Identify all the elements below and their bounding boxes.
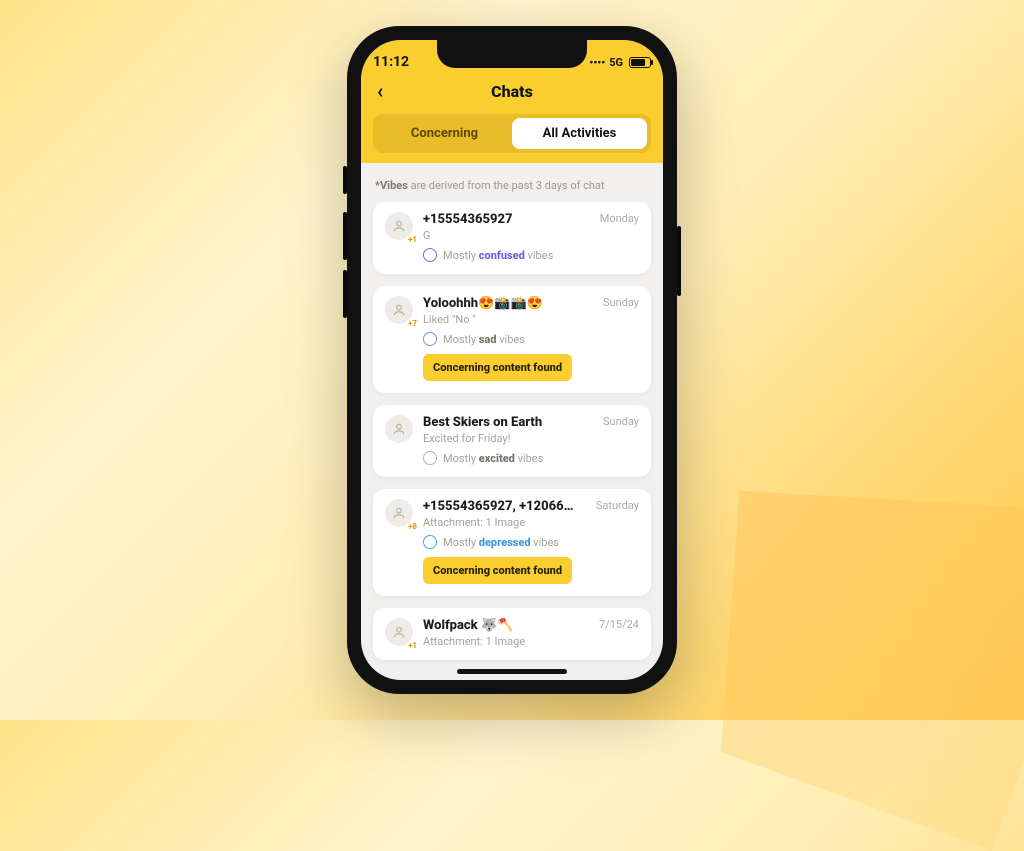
mood-icon bbox=[423, 451, 437, 465]
chat-title: +15554365927, +120662… bbox=[423, 499, 580, 514]
chat-day: Monday bbox=[600, 212, 639, 225]
avatar-badge: +1 bbox=[406, 641, 419, 650]
avatar bbox=[385, 415, 413, 443]
chat-card[interactable]: +8 +15554365927, +120662… Attachment: 1 … bbox=[373, 489, 651, 596]
chat-card[interactable]: +7 Yoloohhh😍📸📸😍 Liked "No " Sunday Mostl… bbox=[373, 286, 651, 393]
chat-subtitle: Excited for Friday! bbox=[423, 432, 587, 445]
vibes-line: Mostly depressed vibes bbox=[423, 535, 639, 549]
avatar: +1 bbox=[385, 618, 413, 646]
mood-icon bbox=[423, 332, 437, 346]
chat-day: Sunday bbox=[603, 415, 639, 428]
avatar: +7 bbox=[385, 296, 413, 324]
chat-list[interactable]: *Vibes are derived from the past 3 days … bbox=[361, 163, 663, 680]
chat-subtitle: Attachment: 1 Image bbox=[423, 516, 580, 529]
chat-card[interactable]: +1 Wolfpack 🐺🪓 Attachment: 1 Image 7/15/… bbox=[373, 608, 651, 660]
status-right: •••• 5G bbox=[589, 56, 651, 69]
avatar-badge: +1 bbox=[406, 235, 419, 244]
mood-icon bbox=[423, 535, 437, 549]
vibes-disclaimer: *Vibes are derived from the past 3 days … bbox=[375, 179, 649, 192]
concerning-badge: Concerning content found bbox=[423, 354, 572, 381]
status-time: 11:12 bbox=[373, 54, 409, 70]
avatar-badge: +8 bbox=[406, 522, 419, 531]
screen: 11:12 •••• 5G ‹ Chats Concerning All Act… bbox=[361, 40, 663, 680]
vibes-line: Mostly excited vibes bbox=[423, 451, 639, 465]
concerning-badge: Concerning content found bbox=[423, 557, 572, 584]
phone-frame: 11:12 •••• 5G ‹ Chats Concerning All Act… bbox=[347, 26, 677, 694]
chat-subtitle: G bbox=[423, 229, 584, 242]
tab-segment: Concerning All Activities bbox=[373, 114, 651, 153]
chat-day: Sunday bbox=[603, 296, 639, 309]
vibes-line: Mostly sad vibes bbox=[423, 332, 639, 346]
tab-concerning[interactable]: Concerning bbox=[377, 118, 512, 149]
avatar-badge: +7 bbox=[406, 319, 419, 328]
page-title: Chats bbox=[491, 82, 533, 101]
network-label: 5G bbox=[609, 56, 623, 69]
avatar: +8 bbox=[385, 499, 413, 527]
chat-title: Yoloohhh😍📸📸😍 bbox=[423, 296, 587, 311]
back-button[interactable]: ‹ bbox=[373, 79, 387, 103]
home-indicator bbox=[457, 669, 567, 674]
notch bbox=[437, 40, 587, 68]
tab-all-activities[interactable]: All Activities bbox=[512, 118, 647, 149]
chat-card[interactable]: +1 +15554365927 G Monday Mostly confused… bbox=[373, 202, 651, 274]
battery-icon bbox=[629, 57, 651, 68]
chat-day: Saturday bbox=[596, 499, 639, 512]
chat-title: +15554365927 bbox=[423, 212, 584, 227]
chat-day: 7/15/24 bbox=[599, 618, 639, 631]
mood-icon bbox=[423, 248, 437, 262]
chat-subtitle: Liked "No " bbox=[423, 313, 587, 326]
signal-icon: •••• bbox=[589, 56, 605, 69]
chat-title: Wolfpack 🐺🪓 bbox=[423, 618, 583, 633]
chat-card[interactable]: Best Skiers on Earth Excited for Friday!… bbox=[373, 405, 651, 477]
avatar: +1 bbox=[385, 212, 413, 240]
chat-title: Best Skiers on Earth bbox=[423, 415, 587, 430]
chat-subtitle: Attachment: 1 Image bbox=[423, 635, 583, 648]
vibes-line: Mostly confused vibes bbox=[423, 248, 639, 262]
